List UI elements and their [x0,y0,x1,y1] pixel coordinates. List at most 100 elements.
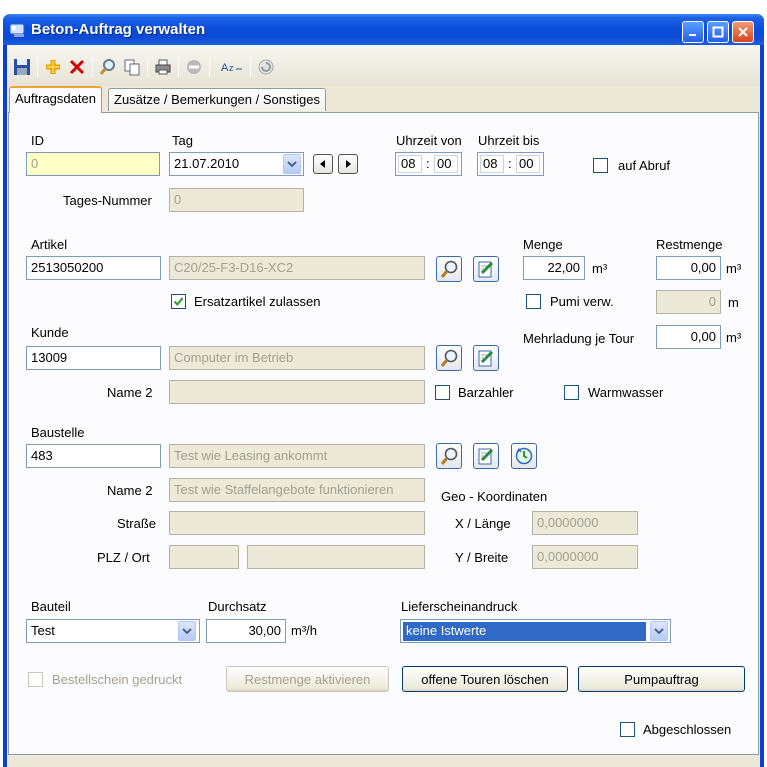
next-day-button[interactable] [338,154,358,174]
y-breite-label: Y / Breite [455,550,509,565]
close-button[interactable] [732,21,754,43]
kunde-edit-button[interactable] [473,345,499,371]
lieferschein-select[interactable]: keine Istwerte [400,619,671,643]
pumpauftrag-button[interactable]: Pumpauftrag [578,666,745,692]
artikel-name-field: C20/25-F3-D16-XC2 [169,256,425,280]
id-label: ID [31,133,44,148]
mehrladung-field[interactable]: 0,00 [656,325,721,349]
mehrladung-unit: m³ [726,330,742,345]
kunde-name-field: Computer im Betrieb [169,346,425,370]
pumi-checkbox[interactable] [526,294,541,309]
baustelle-name-field: Test wie Leasing ankommt [169,444,425,468]
toolbar-separator [178,57,179,77]
bestellschein-label: Bestellschein gedruckt [52,672,183,687]
lieferschein-label: Lieferscheinandruck [401,599,518,614]
search-icon [440,260,458,278]
search-icon [440,349,458,367]
clock-refresh-icon [515,447,533,465]
minimize-button[interactable] [682,21,704,43]
add-icon[interactable] [43,57,63,77]
strasse-field [169,511,425,535]
save-icon[interactable] [12,57,32,77]
search-icon[interactable] [98,57,118,77]
artikel-number-field[interactable]: 2513050200 [26,256,161,280]
durchsatz-field[interactable]: 30,00 [206,619,286,643]
tag-label: Tag [172,133,193,148]
artikel-search-button[interactable] [436,256,462,282]
baustelle-number-field[interactable]: 483 [26,444,161,468]
search-icon [440,447,458,465]
warmwasser-label: Warmwasser [588,385,664,400]
kunde-name2-field [169,380,425,404]
previous-day-button[interactable] [313,154,333,174]
edit-icon [478,350,494,367]
pumi-unit: m [728,295,739,310]
artikel-label: Artikel [31,237,68,252]
chevron-down-icon[interactable] [178,621,196,641]
ersatzartikel-checkbox[interactable] [171,294,186,309]
y-breite-field: 0,0000000 [532,545,638,569]
toolbar-separator [147,57,148,77]
stop-icon[interactable] [184,57,204,77]
tab-auftragsdaten[interactable]: Auftragsdaten [9,86,102,113]
id-field[interactable]: 0 [26,152,160,176]
print-icon[interactable] [153,57,173,77]
offene-touren-loeschen-button[interactable]: offene Touren löschen [402,666,568,692]
auf-abruf-checkbox[interactable] [593,158,608,173]
baustelle-edit-button[interactable] [473,443,499,469]
toolbar-separator [250,57,251,77]
chevron-down-icon[interactable] [283,154,301,174]
strasse-label: Straße [117,516,157,531]
copy-icon[interactable] [122,57,142,77]
restmenge-field[interactable]: 0,00 [656,256,721,280]
menge-field[interactable]: 22,00 [523,256,585,280]
barzahler-checkbox[interactable] [435,385,450,400]
von-hour[interactable]: 08 [398,155,422,173]
maximize-button[interactable] [707,21,729,43]
auf-abruf-label: auf Abruf [618,158,671,173]
ort-field [247,545,425,569]
tab-zusaetze[interactable]: Zusätze / Bemerkungen / Sonstiges [108,88,326,111]
svg-text:A: A [221,62,229,74]
bestellschein-checkbox[interactable] [28,672,43,687]
warmwasser-checkbox[interactable] [564,385,579,400]
bauteil-select[interactable]: Test [26,619,200,643]
refresh-icon[interactable] [256,57,276,77]
baustelle-name2-field: Test wie Staffelangebote funktionieren [169,478,425,502]
baustelle-history-button[interactable] [511,443,537,469]
edit-icon [478,261,494,278]
baustelle-label: Baustelle [31,425,85,440]
svg-text:z: z [229,63,234,73]
pumi-label: Pumi verw. [550,294,614,309]
font-icon[interactable]: Az [220,57,244,77]
uhrzeit-von-label: Uhrzeit von [396,133,462,148]
window-title: Beton-Auftrag verwalten [31,21,206,38]
bis-hour[interactable]: 08 [480,155,504,173]
baustelle-search-button[interactable] [436,443,462,469]
plz-field [169,545,239,569]
abgeschlossen-checkbox[interactable] [620,722,635,737]
von-minute[interactable]: 00 [434,155,458,173]
kunde-number-field[interactable]: 13009 [26,346,161,370]
lieferschein-selected-value: keine Istwerte [403,622,646,641]
plz-ort-label: PLZ / Ort [97,550,150,565]
restmenge-aktivieren-button[interactable]: Restmenge aktivieren [226,666,389,692]
baustelle-name2-label: Name 2 [107,483,153,498]
x-laenge-field: 0,0000000 [532,511,638,535]
abgeschlossen-label: Abgeschlossen [643,722,732,737]
ersatzartikel-label: Ersatzartikel zulassen [194,294,321,309]
mehrladung-label: Mehrladung je Tour [523,331,635,346]
bis-minute[interactable]: 00 [516,155,540,173]
checkmark-icon [173,297,184,307]
kunde-search-button[interactable] [436,345,462,371]
toolbar [7,45,760,86]
delete-icon[interactable] [67,57,87,77]
chevron-down-icon[interactable] [650,621,668,641]
toolbar-separator [37,57,38,77]
menge-label: Menge [523,237,563,252]
kunde-label: Kunde [31,325,69,340]
artikel-edit-button[interactable] [473,256,499,282]
restmenge-unit: m³ [726,261,742,276]
toolbar-separator [92,57,93,77]
durchsatz-label: Durchsatz [208,599,267,614]
